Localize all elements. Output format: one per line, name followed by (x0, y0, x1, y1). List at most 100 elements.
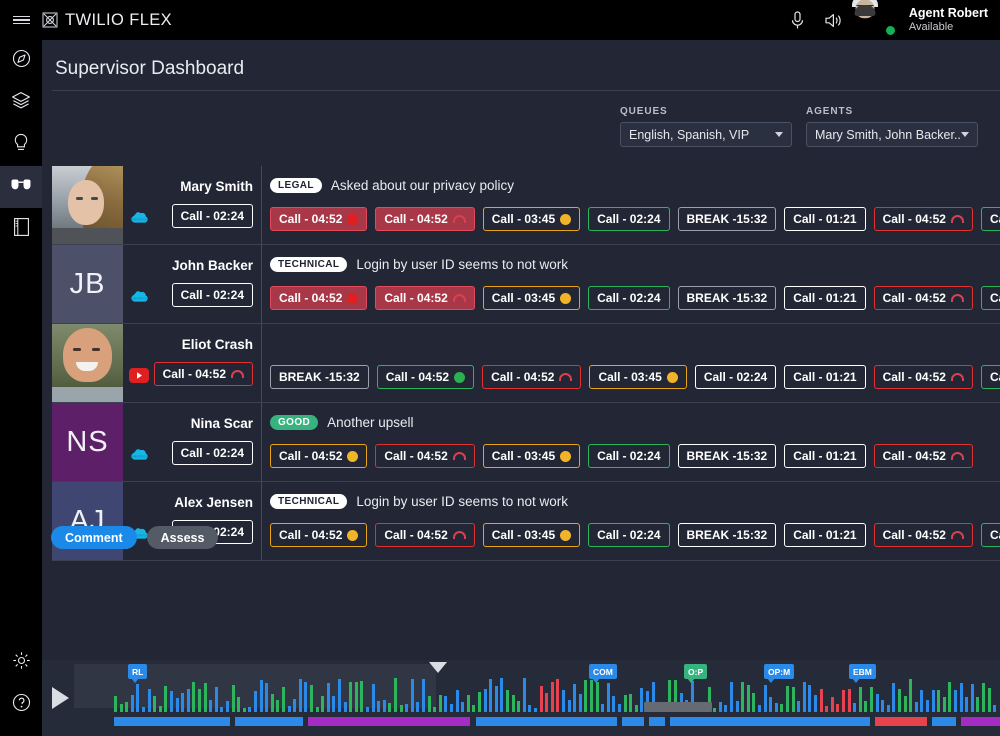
activity-chip[interactable]: Call - 04:52 (873, 444, 973, 468)
activity-chip[interactable]: Call - 02:24 (588, 523, 670, 547)
timeline-segment[interactable] (114, 717, 230, 726)
waveform-bar (377, 701, 381, 712)
activity-chip[interactable]: Call - 04:52 (873, 286, 973, 310)
activity-chip-strip[interactable]: Call - 04:52 Call - 04:52 Call - 03:45 Call… (270, 286, 1000, 310)
activity-chip[interactable]: Call - 03:45 (482, 286, 581, 310)
timeline-segment[interactable] (932, 717, 956, 726)
rail-item-monitor[interactable] (0, 166, 42, 208)
activity-chip[interactable]: Call - 01:5 (980, 523, 1000, 547)
timeline-marker[interactable]: RL (128, 664, 148, 683)
timeline-marker[interactable]: OP:M (764, 664, 795, 683)
rail-item-library[interactable] (0, 208, 42, 250)
waveform-bar (511, 695, 515, 712)
activity-chip-label: Call - 02:24 (703, 370, 768, 384)
current-activity-chip[interactable]: Call - 02:24 (171, 204, 253, 228)
avatar[interactable] (851, 0, 896, 36)
activity-chip[interactable]: Call - 04:52 (375, 444, 475, 468)
activity-chip-label: Call - 02:24 (597, 212, 661, 226)
activity-chip[interactable]: Call - 01:5 (980, 365, 1000, 389)
activity-chip[interactable]: Call - 04:52 (270, 286, 368, 310)
activity-chip[interactable]: Call - 03:45 (482, 523, 581, 547)
activity-chip[interactable]: Call - 04:52 (270, 444, 368, 468)
activity-chip[interactable]: BREAK -15:32 (270, 365, 369, 389)
timeline-segment[interactable] (622, 717, 644, 726)
activity-chip[interactable]: BREAK -15:32 (677, 207, 777, 231)
layers-icon (11, 91, 31, 115)
activity-chip[interactable]: Call - 02:24 (588, 207, 670, 231)
activity-chip[interactable]: Call - 03:45 (482, 207, 581, 231)
activity-chip[interactable]: BREAK -15:32 (677, 523, 777, 547)
table-row[interactable]: Eliot Crash Call - 04:52 BREAK -15:32 Call … (52, 324, 1000, 403)
timeline-segment[interactable] (476, 717, 617, 726)
activity-chip[interactable]: Call - 01:5 (980, 207, 1000, 231)
activity-chip[interactable]: Call - 01:21 (784, 444, 866, 468)
rail-item-settings[interactable] (0, 642, 42, 684)
rail-item-insights[interactable] (0, 124, 42, 166)
activity-chip[interactable]: Call - 01:21 (784, 207, 866, 231)
activity-chip[interactable]: Call - 01:21 (784, 365, 866, 389)
activity-chip-label: Call - 03:45 (491, 449, 556, 463)
activity-chip[interactable]: Call - 03:45 (589, 365, 687, 389)
timeline-segment[interactable] (961, 717, 1000, 726)
activity-chip[interactable]: Call - 04:52 (482, 365, 582, 389)
waveform-bar (455, 690, 459, 712)
activity-chip-label: Call - 04:52 (384, 212, 448, 226)
waveform-bar (926, 700, 929, 712)
activity-chip[interactable]: Call - 04:52 (375, 286, 475, 310)
waveform-bar (433, 707, 437, 712)
activity-chip[interactable]: Call - 04:52 (873, 207, 973, 231)
timeline-segment[interactable] (875, 717, 927, 726)
activity-chip-strip[interactable]: Call - 04:52 Call - 04:52 Call - 03:45 Call… (270, 207, 1000, 231)
activity-chip[interactable]: Call - 01:21 (784, 523, 866, 547)
timeline-player[interactable]: RL COM O:P OP:M EBM (42, 660, 1000, 736)
rail-item-layers[interactable] (0, 82, 42, 124)
activity-chip[interactable]: Call - 04:52 (873, 365, 973, 389)
activity-chip[interactable]: BREAK -15:32 (677, 444, 777, 468)
activity-chip-strip[interactable]: Call - 04:52 Call - 04:52 Call - 03:45 Call… (270, 444, 973, 468)
activity-chip[interactable]: Call - 04:52 (375, 207, 475, 231)
timeline-segment[interactable] (308, 717, 470, 726)
activity-chip[interactable]: Call - 01:21 (784, 286, 866, 310)
activity-chip[interactable]: Call - 02:24 (588, 444, 670, 468)
activity-chip-strip[interactable]: Call - 04:52 Call - 04:52 Call - 03:45 Call… (270, 523, 1000, 547)
waveform-bar (746, 685, 750, 712)
timeline-segment[interactable] (235, 717, 303, 726)
timeline-marker[interactable]: COM (589, 664, 617, 683)
activity-chip[interactable]: Call - 02:24 (694, 365, 777, 389)
timeline-segment[interactable] (649, 717, 665, 726)
timeline-marker[interactable]: EBM (849, 664, 876, 683)
table-row[interactable]: AJAlex JensensalesforceCall - 02:24TECHN… (52, 482, 1000, 561)
table-row[interactable]: JB John Backer salesforce Call - 02:24 TECHN… (52, 245, 1000, 324)
timeline-segment[interactable] (670, 717, 870, 726)
activity-chip[interactable]: Call - 04:52 (873, 523, 973, 547)
current-activity-chip[interactable]: Call - 02:24 (171, 441, 253, 465)
filter-select-queues[interactable]: English, Spanish, VIP (620, 122, 792, 147)
play-icon[interactable] (52, 687, 69, 709)
activity-chip[interactable]: Call - 02:24 (588, 286, 670, 310)
activity-chip[interactable]: Call - 03:45 (482, 444, 581, 468)
assess-button[interactable]: Assess (146, 526, 219, 549)
activity-chip[interactable]: Call - 04:52 (376, 365, 475, 389)
table-row[interactable]: NS Nina Scar salesforce Call - 02:24 GOOD Ano… (52, 403, 1000, 482)
rail-item-compass[interactable] (0, 40, 42, 82)
waveform-area[interactable]: RL COM O:P OP:M EBM (74, 660, 1000, 736)
playhead-handle[interactable] (429, 662, 447, 673)
activity-chip-strip[interactable]: BREAK -15:32 Call - 04:52 Call - 04:52 Call… (270, 365, 1000, 389)
timeline-marker[interactable]: O:P (684, 664, 708, 683)
hamburger-icon[interactable] (0, 0, 42, 40)
microphone-icon[interactable] (787, 9, 809, 31)
speaker-icon[interactable] (823, 9, 845, 31)
activity-chip[interactable]: Call - 04:52 (270, 207, 368, 231)
current-activity-chip[interactable]: Call - 02:24 (171, 283, 253, 307)
rail-item-help[interactable] (0, 684, 42, 726)
waveform-bar (886, 705, 890, 712)
waveform-drag-handle[interactable] (644, 702, 712, 712)
filter-select-agents[interactable]: Mary Smith, John Backer... (806, 122, 978, 147)
activity-chip[interactable]: Call - 01:5 (980, 286, 1000, 310)
table-row[interactable]: Mary Smith salesforce Call - 02:24 LEGAL Ask… (52, 166, 1000, 245)
current-activity-chip[interactable]: Call - 04:52 (153, 362, 253, 386)
comment-button[interactable]: Comment (51, 526, 137, 549)
activity-chip[interactable]: Call - 04:52 (375, 523, 475, 547)
activity-chip[interactable]: BREAK -15:32 (677, 286, 777, 310)
activity-chip[interactable]: Call - 04:52 (270, 523, 368, 547)
